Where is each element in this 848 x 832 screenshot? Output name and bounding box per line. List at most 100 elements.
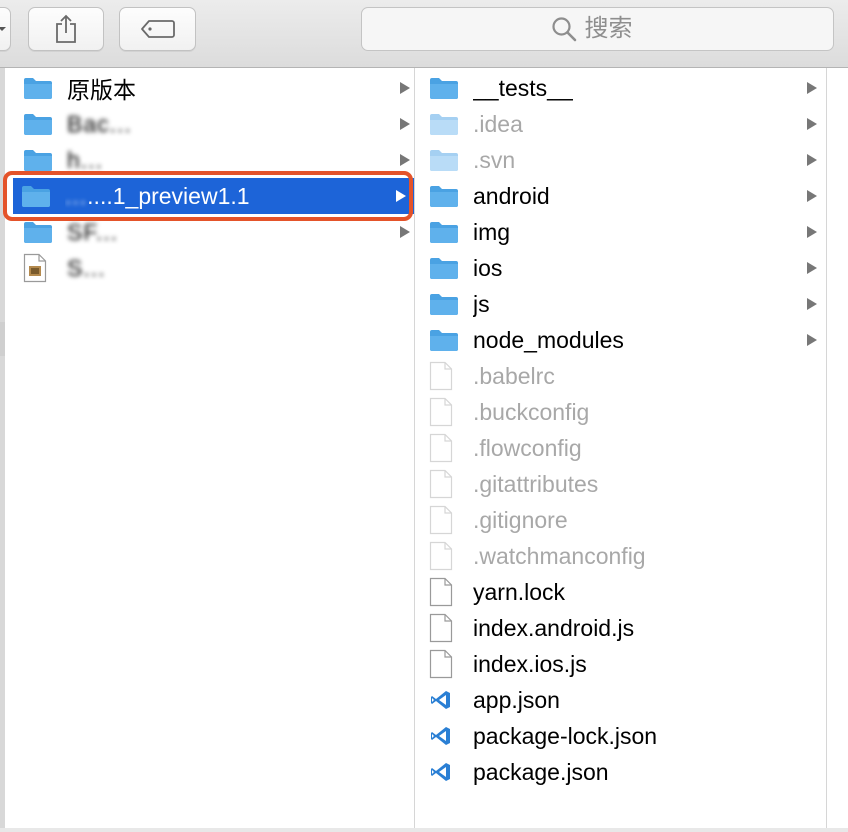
- disclosure-arrow-icon[interactable]: [806, 225, 818, 239]
- file-icon: [429, 469, 461, 499]
- file-row[interactable]: .buckconfig: [425, 394, 826, 430]
- expand-arrow[interactable]: [399, 70, 411, 106]
- expand-arrow[interactable]: [806, 178, 818, 214]
- folder-row[interactable]: .idea: [425, 106, 826, 142]
- file-icon: [429, 433, 461, 463]
- file-icon: [429, 541, 453, 571]
- disclosure-arrow-icon[interactable]: [399, 81, 411, 95]
- selected-folder-row[interactable]: .......1_preview1.1: [13, 178, 415, 214]
- folder-row[interactable]: img: [425, 214, 826, 250]
- disclosure-arrow-icon[interactable]: [399, 153, 411, 167]
- expand-arrow[interactable]: [399, 142, 411, 178]
- obscured-name-prefix: ...: [65, 182, 88, 209]
- folder-row[interactable]: node_modules: [425, 322, 826, 358]
- disclosure-arrow-icon[interactable]: [806, 333, 818, 347]
- item-name: .flowconfig: [473, 434, 582, 461]
- tags-button[interactable]: [119, 7, 196, 51]
- folder-icon: [430, 294, 458, 315]
- file-row[interactable]: .babelrc: [425, 358, 826, 394]
- share-button[interactable]: [28, 7, 104, 51]
- file-row[interactable]: package-lock.json: [425, 718, 826, 754]
- parent-folder-column[interactable]: 原版本 Bac... h... .......1_preview1.1 SF... S..…: [0, 68, 415, 832]
- folder-icon: [430, 330, 458, 351]
- disclosure-arrow-icon[interactable]: [806, 261, 818, 275]
- column-resize-handle[interactable]: [0, 322, 5, 356]
- search-field[interactable]: [361, 7, 834, 51]
- expand-arrow[interactable]: [399, 214, 411, 250]
- expand-arrow[interactable]: [806, 142, 818, 178]
- file-icon: [429, 433, 453, 463]
- folder-icon: [429, 254, 461, 282]
- finder-toolbar: [0, 0, 848, 68]
- document-icon: [23, 253, 55, 283]
- file-icon: [429, 361, 461, 391]
- file-row[interactable]: yarn.lock: [425, 574, 826, 610]
- file-row[interactable]: .gitignore: [425, 502, 826, 538]
- name-suffix: ....1_preview1.1: [87, 182, 250, 209]
- disclosure-arrow-icon[interactable]: [806, 189, 818, 203]
- folder-row[interactable]: S...: [15, 250, 419, 286]
- disclosure-arrow-icon[interactable]: [806, 297, 818, 311]
- item-name: ios: [473, 254, 503, 281]
- folder-row[interactable]: __tests__: [425, 70, 826, 106]
- folder-row[interactable]: android: [425, 178, 826, 214]
- item-name: S...: [67, 254, 106, 281]
- folder-icon: [429, 146, 461, 174]
- disclosure-arrow-icon[interactable]: [806, 153, 818, 167]
- file-row[interactable]: .flowconfig: [425, 430, 826, 466]
- disclosure-arrow-icon[interactable]: [806, 117, 818, 131]
- expand-arrow[interactable]: [806, 322, 818, 358]
- folder-contents-column[interactable]: __tests__ .idea .svn android img ios js node_mo…: [415, 68, 826, 832]
- expand-arrow[interactable]: [806, 214, 818, 250]
- tag-icon: [140, 20, 175, 38]
- item-name: node_modules: [473, 326, 624, 353]
- folder-icon: [24, 150, 52, 171]
- item-name: yarn.lock: [473, 578, 566, 605]
- folder-icon: [21, 182, 53, 210]
- status-bar-edge: [0, 828, 848, 832]
- file-row[interactable]: .gitattributes: [425, 466, 826, 502]
- folder-row[interactable]: h...: [15, 142, 419, 178]
- folder-icon: [430, 222, 458, 243]
- disclosure-arrow-icon[interactable]: [399, 117, 411, 131]
- item-name: 原版本: [67, 77, 136, 103]
- folder-icon: [429, 290, 461, 318]
- folder-row[interactable]: Bac...: [15, 106, 419, 142]
- folder-row[interactable]: 原版本: [15, 70, 419, 106]
- file-icon: [429, 613, 453, 643]
- folder-row[interactable]: js: [425, 286, 826, 322]
- search-icon: [551, 17, 576, 42]
- view-options-button[interactable]: [0, 7, 11, 51]
- file-row[interactable]: .watchmanconfig: [425, 538, 826, 574]
- expand-arrow[interactable]: [399, 106, 411, 142]
- folder-icon: [429, 326, 461, 354]
- folder-row[interactable]: .svn: [425, 142, 826, 178]
- file-row[interactable]: index.android.js: [425, 610, 826, 646]
- expand-arrow[interactable]: [395, 178, 407, 214]
- disclosure-arrow-icon[interactable]: [399, 225, 411, 239]
- expand-arrow[interactable]: [806, 70, 818, 106]
- column-divider[interactable]: [826, 68, 827, 832]
- folder-icon: [430, 258, 458, 279]
- folder-icon: [430, 150, 458, 171]
- folder-icon: [24, 114, 52, 135]
- folder-icon: [23, 110, 55, 138]
- search-input[interactable]: [584, 15, 645, 43]
- file-icon: [429, 649, 453, 679]
- item-name: android: [473, 182, 550, 209]
- file-row[interactable]: app.json: [425, 682, 826, 718]
- folder-row[interactable]: SF...: [15, 214, 419, 250]
- expand-arrow[interactable]: [806, 286, 818, 322]
- disclosure-arrow-icon[interactable]: [395, 189, 407, 203]
- folder-row[interactable]: ios: [425, 250, 826, 286]
- folder-icon: [24, 222, 52, 243]
- item-name: .svn: [473, 146, 516, 173]
- file-row[interactable]: index.ios.js: [425, 646, 826, 682]
- item-name: index.android.js: [473, 614, 635, 641]
- expand-arrow[interactable]: [806, 250, 818, 286]
- expand-arrow[interactable]: [806, 106, 818, 142]
- file-row[interactable]: package.json: [425, 754, 826, 790]
- file-icon: [429, 397, 461, 427]
- item-name: h...: [67, 146, 103, 173]
- disclosure-arrow-icon[interactable]: [806, 81, 818, 95]
